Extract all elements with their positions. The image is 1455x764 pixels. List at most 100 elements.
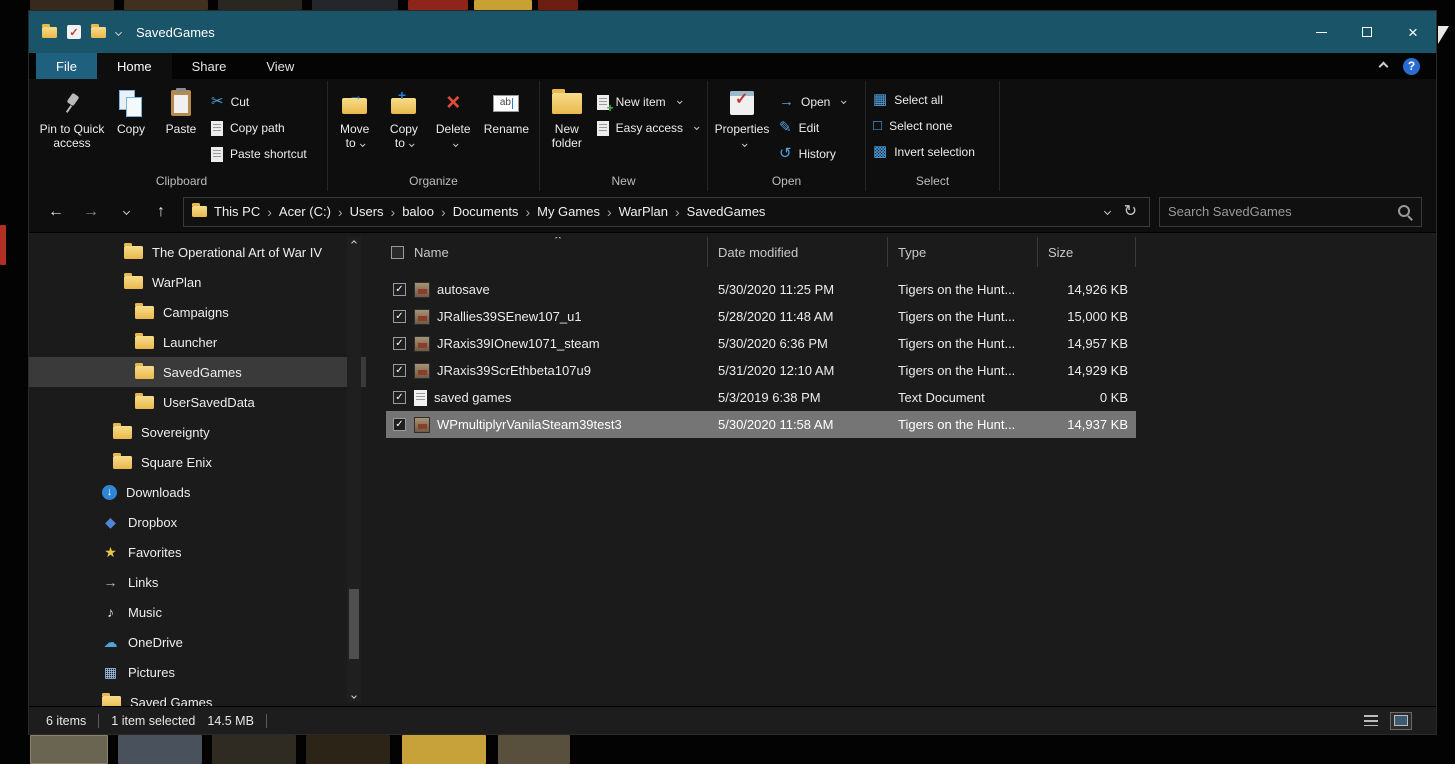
file-row-jraxis39ionew1071-steam[interactable]: ✓ JRaxis39IOnew1071_steam 5/30/2020 6:36… xyxy=(386,330,1136,357)
search-input[interactable] xyxy=(1168,204,1397,219)
new-item-button[interactable]: New item xyxy=(592,90,703,115)
copy-path-button[interactable]: Copy path xyxy=(206,116,312,140)
tree-item-launcher[interactable]: Launcher xyxy=(29,327,366,357)
search-icon[interactable] xyxy=(1397,204,1413,220)
file-row-autosave[interactable]: ✓ autosave 5/30/2020 11:25 PM Tigers on … xyxy=(386,276,1136,303)
row-checkbox[interactable]: ✓ xyxy=(393,418,406,431)
breadcrumb-separator-icon[interactable]: › xyxy=(387,204,400,220)
row-checkbox[interactable]: ✓ xyxy=(393,391,406,404)
breadcrumb-item-this-pc[interactable]: This PC xyxy=(211,204,263,219)
large-icons-view-button[interactable] xyxy=(1390,711,1412,730)
address-bar[interactable]: This PC › Acer (C:) › Users › baloo › Documents ›… xyxy=(183,196,1150,227)
breadcrumb-item-acer-c[interactable]: Acer (C:) xyxy=(276,204,334,219)
help-icon[interactable]: ? xyxy=(1403,57,1420,75)
row-checkbox[interactable]: ✓ xyxy=(393,310,406,323)
tree-item-pictures[interactable]: ▦ Pictures xyxy=(29,657,366,687)
forward-button[interactable]: → xyxy=(78,199,104,225)
row-checkbox[interactable]: ✓ xyxy=(393,364,406,377)
easy-access-button[interactable]: Easy access xyxy=(592,116,703,140)
breadcrumb-item-my-games[interactable]: My Games xyxy=(534,204,603,219)
delete-button[interactable]: × Delete xyxy=(429,83,478,150)
row-checkbox[interactable]: ✓ xyxy=(393,337,406,350)
history-button[interactable]: ↺ History xyxy=(774,142,850,166)
move-to-button[interactable]: Moveto xyxy=(330,83,379,150)
breadcrumb-separator-icon[interactable]: › xyxy=(521,204,534,220)
breadcrumb-item-users[interactable]: Users xyxy=(347,204,387,219)
refresh-icon[interactable]: ↻ xyxy=(1124,203,1137,220)
file-row-saved-games[interactable]: ✓ saved games 5/3/2019 6:38 PM Text Docu… xyxy=(386,384,1136,411)
select-all-checkbox[interactable] xyxy=(386,237,410,267)
tree-item-usersaveddata[interactable]: UserSavedData xyxy=(29,387,366,417)
scrollbar-up-icon[interactable] xyxy=(351,240,357,246)
tree-item-downloads[interactable]: ↓ Downloads xyxy=(29,477,366,507)
select-none-button[interactable]: □ Select none xyxy=(868,114,980,138)
tab-view[interactable]: View xyxy=(246,53,314,79)
tab-home[interactable]: Home xyxy=(96,53,172,79)
paste-shortcut-button[interactable]: Paste shortcut xyxy=(206,142,312,166)
open-button[interactable]: → Open xyxy=(774,90,850,114)
breadcrumb-item-baloo[interactable]: baloo xyxy=(399,204,437,219)
tree-item-the-operational-art-of-war-iv[interactable]: The Operational Art of War IV xyxy=(29,237,366,267)
details-view-button[interactable] xyxy=(1360,712,1382,730)
tree-item-sovereignty[interactable]: Sovereignty xyxy=(29,417,366,447)
invert-selection-button[interactable]: ▩ Invert selection xyxy=(868,140,980,164)
up-button[interactable]: ↑ xyxy=(148,199,174,225)
breadcrumb-separator-icon[interactable]: › xyxy=(603,204,616,220)
tree-item-favorites[interactable]: ★ Favorites xyxy=(29,537,366,567)
cut-button[interactable]: ✂ Cut xyxy=(206,90,312,114)
pin-to-quick-access-button[interactable]: Pin to Quick access xyxy=(38,83,106,150)
tree-item-savedgames[interactable]: SavedGames xyxy=(29,357,366,387)
breadcrumb-separator-icon[interactable]: › xyxy=(334,204,347,220)
folder-icon xyxy=(124,242,143,259)
tree-item-campaigns[interactable]: Campaigns xyxy=(29,297,366,327)
breadcrumb-item-savedgames[interactable]: SavedGames xyxy=(684,204,769,219)
ribbon-collapse-icon[interactable] xyxy=(1378,61,1389,71)
qat-customize-chevron-icon[interactable] xyxy=(114,28,123,36)
new-folder-button[interactable]: New folder xyxy=(542,83,592,150)
back-button[interactable]: ← xyxy=(43,199,69,225)
breadcrumb-separator-icon[interactable]: › xyxy=(263,204,276,220)
qat-new-folder-icon[interactable] xyxy=(91,23,106,38)
tab-file[interactable]: File xyxy=(36,53,97,79)
tree-item-music[interactable]: ♪ Music xyxy=(29,597,366,627)
tab-share[interactable]: Share xyxy=(172,53,247,79)
tree-item-dropbox[interactable]: ◆ Dropbox xyxy=(29,507,366,537)
file-row-jrallies39senew107-u1[interactable]: ✓ JRallies39SEnew107_u1 5/28/2020 11:48 … xyxy=(386,303,1136,330)
recent-locations-button[interactable] xyxy=(113,199,139,225)
scrollbar-down-icon[interactable] xyxy=(351,693,357,699)
rename-button[interactable]: ab Rename xyxy=(478,83,535,136)
copy-button[interactable]: Copy xyxy=(106,83,156,136)
paste-button[interactable]: Paste xyxy=(156,83,206,136)
paste-label: Paste xyxy=(165,122,197,136)
row-checkbox[interactable]: ✓ xyxy=(393,283,406,296)
scrollbar-thumb[interactable] xyxy=(349,589,359,659)
tree-item-saved-games[interactable]: Saved Games xyxy=(29,687,366,706)
column-header-name[interactable]: Name xyxy=(410,237,708,267)
properties-button[interactable]: Properties xyxy=(710,83,774,150)
file-row-jraxis39screthbeta107u9[interactable]: ✓ JRaxis39ScrEthbeta107u9 5/31/2020 12:1… xyxy=(386,357,1136,384)
close-button[interactable]: × xyxy=(1390,11,1436,53)
column-header-type[interactable]: Type xyxy=(888,237,1038,267)
tree-item-links[interactable]: → Links xyxy=(29,567,366,597)
column-header-date-modified[interactable]: Date modified xyxy=(708,237,888,267)
maximize-button[interactable] xyxy=(1344,11,1390,53)
breadcrumb-item-warplan[interactable]: WarPlan xyxy=(616,204,671,219)
breadcrumb-separator-icon[interactable]: › xyxy=(671,204,684,220)
breadcrumb-separator-icon[interactable]: › xyxy=(437,204,450,220)
search-box[interactable] xyxy=(1159,196,1422,227)
tree-item-warplan[interactable]: WarPlan xyxy=(29,267,366,297)
tree-item-onedrive[interactable]: ☁ OneDrive xyxy=(29,627,366,657)
column-header-size[interactable]: Size xyxy=(1038,237,1136,267)
status-bar: 6 items 1 item selected 14.5 MB xyxy=(29,706,1436,734)
address-dropdown-icon[interactable] xyxy=(1103,207,1111,216)
caption-buttons: × xyxy=(1298,11,1436,53)
nav-scrollbar[interactable] xyxy=(347,237,361,702)
file-row-wpmultiplyrvanilasteam39test3[interactable]: ✓ WPmultiplyrVanilaSteam39test3 5/30/202… xyxy=(386,411,1136,438)
edit-button[interactable]: ✎ Edit xyxy=(774,116,850,140)
select-all-button[interactable]: ▦ Select all xyxy=(868,88,980,112)
qat-properties-icon[interactable]: ✓ xyxy=(67,25,81,39)
breadcrumb-item-documents[interactable]: Documents xyxy=(450,204,522,219)
copy-to-button[interactable]: Copyto xyxy=(379,83,428,150)
minimize-button[interactable] xyxy=(1298,11,1344,53)
tree-item-square-enix[interactable]: Square Enix xyxy=(29,447,366,477)
